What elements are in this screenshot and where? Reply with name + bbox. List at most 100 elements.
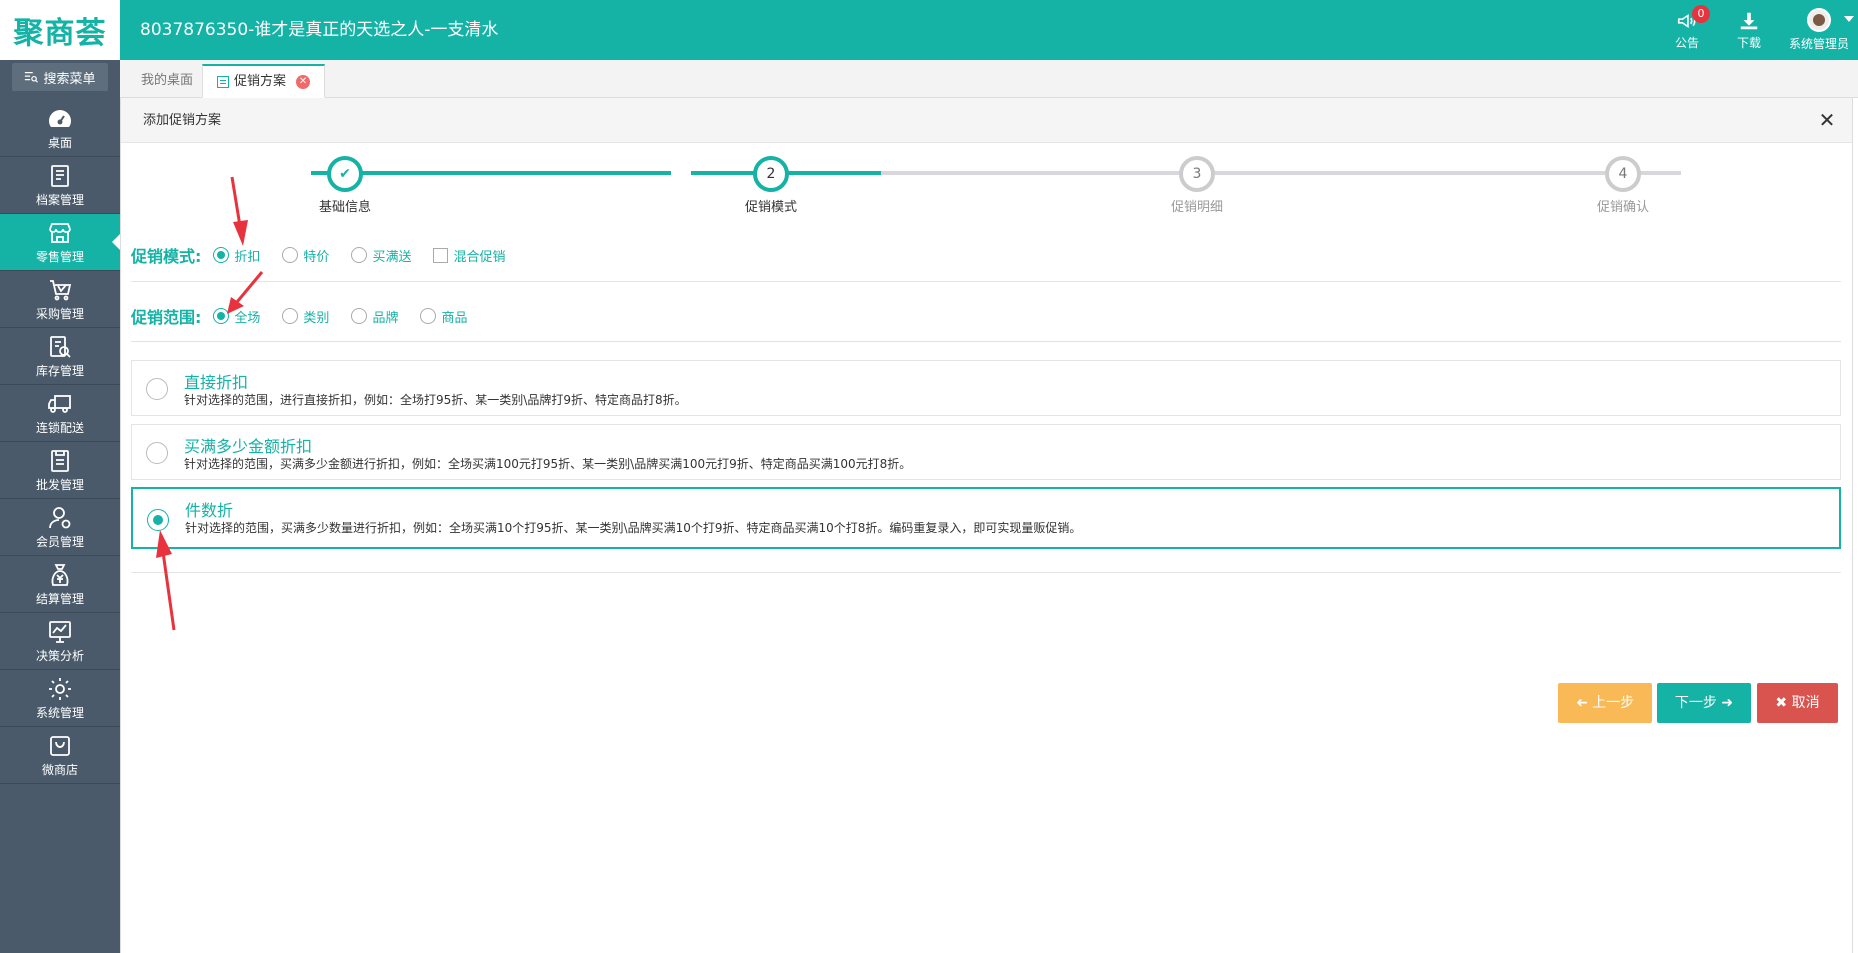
mode-discount-radio[interactable]: 折扣 <box>213 246 260 265</box>
analysis-icon <box>49 620 71 643</box>
step-line-3 <box>881 171 1681 175</box>
sidebar-item-wholesale[interactable]: 批发管理 <box>0 442 120 499</box>
tab-label: 促销方案 <box>234 73 287 89</box>
sidebar-item-member[interactable]: 会员管理 <box>0 499 120 556</box>
sidebar-item-archive[interactable]: 档案管理 <box>0 157 120 214</box>
wizard-stepper: ✔ 2 3 4 基础信息 促销模式 促销明细 促销确认 <box>121 156 1854 226</box>
step-2-circle: 2 <box>753 156 789 192</box>
discount-option-radio[interactable] <box>146 442 168 464</box>
discount-option-amount[interactable]: 买满多少金额折扣 针对选择的范围，买满多少金额进行折扣，例如：全场买满100元打… <box>131 424 1841 480</box>
step-1-label: 基础信息 <box>318 200 371 215</box>
step-line-1 <box>311 171 671 175</box>
panel-title: 添加促销方案 <box>143 113 222 128</box>
notice-badge: 0 <box>1692 5 1710 23</box>
download-label: 下载 <box>1736 35 1761 50</box>
discount-option-quantity[interactable]: 件数折 针对选择的范围，买满多少数量进行折扣，例如：全场买满10个打95折、某一… <box>131 487 1841 549</box>
mode-buy-get-radio[interactable]: 买满送 <box>351 246 411 265</box>
sidebar-item-label: 批发管理 <box>35 477 84 492</box>
sidebar-item-label: 桌面 <box>47 135 72 150</box>
discount-option-title: 买满多少金额折扣 <box>184 437 313 456</box>
wholesale-icon <box>51 449 69 472</box>
download-button[interactable]: 下载 <box>1718 0 1780 60</box>
sidebar-item-desktop[interactable]: 桌面 <box>0 100 120 157</box>
discount-option-desc: 针对选择的范围，进行直接折扣，例如：全场打95折、某一类别\品牌打9折、特定商品… <box>184 393 687 407</box>
chevron-down-icon <box>1844 16 1854 22</box>
sidebar-item-label: 库存管理 <box>35 363 84 378</box>
scope-category-radio[interactable]: 类别 <box>282 307 329 326</box>
discount-option-title: 直接折扣 <box>184 373 249 392</box>
sidebar-item-label: 系统管理 <box>35 705 84 720</box>
store-icon <box>49 222 71 243</box>
sidebar-item-settlement[interactable]: 结算管理 <box>0 556 120 613</box>
sidebar-item-label: 微商店 <box>41 762 78 777</box>
sidebar-item-microshop[interactable]: 微商店 <box>0 727 120 784</box>
truck-icon <box>48 394 71 413</box>
promo-scope-row: 促销范围: 全场 类别 品牌 商品 <box>131 303 1841 329</box>
tab-promotion-plan[interactable]: 促销方案 ✕ <box>202 64 326 98</box>
app-logo[interactable]: 聚商荟 <box>0 0 120 60</box>
search-menu-label: 搜索菜单 <box>43 71 96 87</box>
divider <box>131 572 1841 573</box>
add-promotion-panel: 添加促销方案 ✕ ✔ 2 3 4 基础信息 促销模式 促销明细 促销确认 促销模… <box>120 98 1853 953</box>
archive-icon <box>51 164 69 187</box>
panel-header: 添加促销方案 ✕ <box>121 98 1852 143</box>
next-step-button[interactable]: 下一步 ➜ <box>1657 683 1751 723</box>
sidebar-item-retail[interactable]: 零售管理 <box>0 214 120 271</box>
mode-special-price-radio[interactable]: 特价 <box>282 246 329 265</box>
promo-mode-label: 促销模式: <box>131 247 202 266</box>
settlement-icon <box>51 563 69 586</box>
inventory-icon <box>50 335 71 358</box>
step-1-circle: ✔ <box>327 156 363 192</box>
sidebar-item-purchase[interactable]: 采购管理 <box>0 271 120 328</box>
sidebar-item-label: 采购管理 <box>35 306 84 321</box>
discount-option-desc: 针对选择的范围，买满多少金额进行折扣，例如：全场买满100元打95折、某一类别\… <box>184 457 912 471</box>
sidebar-item-system[interactable]: 系统管理 <box>0 670 120 727</box>
cart-icon <box>50 279 72 300</box>
sidebar-item-label: 连锁配送 <box>35 420 84 435</box>
sidebar-item-label: 会员管理 <box>35 534 84 549</box>
download-icon <box>1740 12 1758 29</box>
prev-step-button[interactable]: ➜ 上一步 <box>1558 683 1652 723</box>
step-4-label: 促销确认 <box>1596 200 1649 215</box>
user-label: 系统管理员 <box>1788 37 1849 51</box>
sidebar-item-label: 决策分析 <box>35 648 84 663</box>
step-2-label: 促销模式 <box>744 200 797 215</box>
mode-mixed-checkbox[interactable]: 混合促销 <box>433 246 505 265</box>
document-icon <box>217 75 229 88</box>
notice-label: 公告 <box>1674 35 1699 50</box>
avatar <box>1807 8 1831 32</box>
shop-bag-icon <box>50 735 70 756</box>
discount-option-title: 件数折 <box>185 501 234 520</box>
cancel-label: 取消 <box>1791 695 1820 711</box>
scope-brand-radio[interactable]: 品牌 <box>351 307 398 326</box>
cancel-button[interactable]: ✖ 取消 <box>1757 683 1838 723</box>
sidebar-item-label: 结算管理 <box>35 591 84 606</box>
search-menu-button[interactable]: 搜索菜单 <box>12 63 108 91</box>
notice-button[interactable]: 0 公告 <box>1656 0 1718 60</box>
user-menu[interactable]: 系统管理员 <box>1780 0 1858 60</box>
tab-my-desktop[interactable]: 我的桌面 <box>126 64 208 98</box>
top-actions: 0 公告 下载 系统管理员 <box>1656 0 1858 60</box>
sidebar-item-distribution[interactable]: 连锁配送 <box>0 385 120 442</box>
sidebar: 搜索菜单 桌面 档案管理 零售管理 采购管理 库存管理 连锁配送 批发管理 会员… <box>0 60 120 953</box>
scope-product-radio[interactable]: 商品 <box>420 307 467 326</box>
discount-option-radio[interactable] <box>146 378 168 400</box>
divider <box>131 341 1841 342</box>
close-icon[interactable]: ✕ <box>296 74 311 89</box>
next-step-label: 下一步 <box>1674 695 1717 711</box>
discount-option-direct[interactable]: 直接折扣 针对选择的范围，进行直接折扣，例如：全场打95折、某一类别\品牌打9折… <box>131 360 1841 416</box>
arrow-left-icon: ➜ <box>1575 695 1588 711</box>
step-3-circle: 3 <box>1179 156 1215 192</box>
tab-bar: 我的桌面 促销方案 ✕ <box>120 60 1858 98</box>
sidebar-item-label: 档案管理 <box>35 192 84 207</box>
dashboard-icon <box>49 109 71 127</box>
sidebar-item-analysis[interactable]: 决策分析 <box>0 613 120 670</box>
discount-option-desc: 针对选择的范围，买满多少数量进行折扣，例如：全场买满10个打95折、某一类别\品… <box>185 521 1082 535</box>
sidebar-item-inventory[interactable]: 库存管理 <box>0 328 120 385</box>
scope-all-radio[interactable]: 全场 <box>213 307 260 326</box>
prev-step-label: 上一步 <box>1592 695 1635 711</box>
panel-close-button[interactable]: ✕ <box>1816 109 1838 131</box>
discount-option-radio[interactable] <box>147 509 169 531</box>
promo-scope-label: 促销范围: <box>131 308 202 327</box>
top-bar: 聚商荟 8037876350-谁才是真正的天选之人-一支清水 0 公告 下载 系… <box>0 0 1858 60</box>
